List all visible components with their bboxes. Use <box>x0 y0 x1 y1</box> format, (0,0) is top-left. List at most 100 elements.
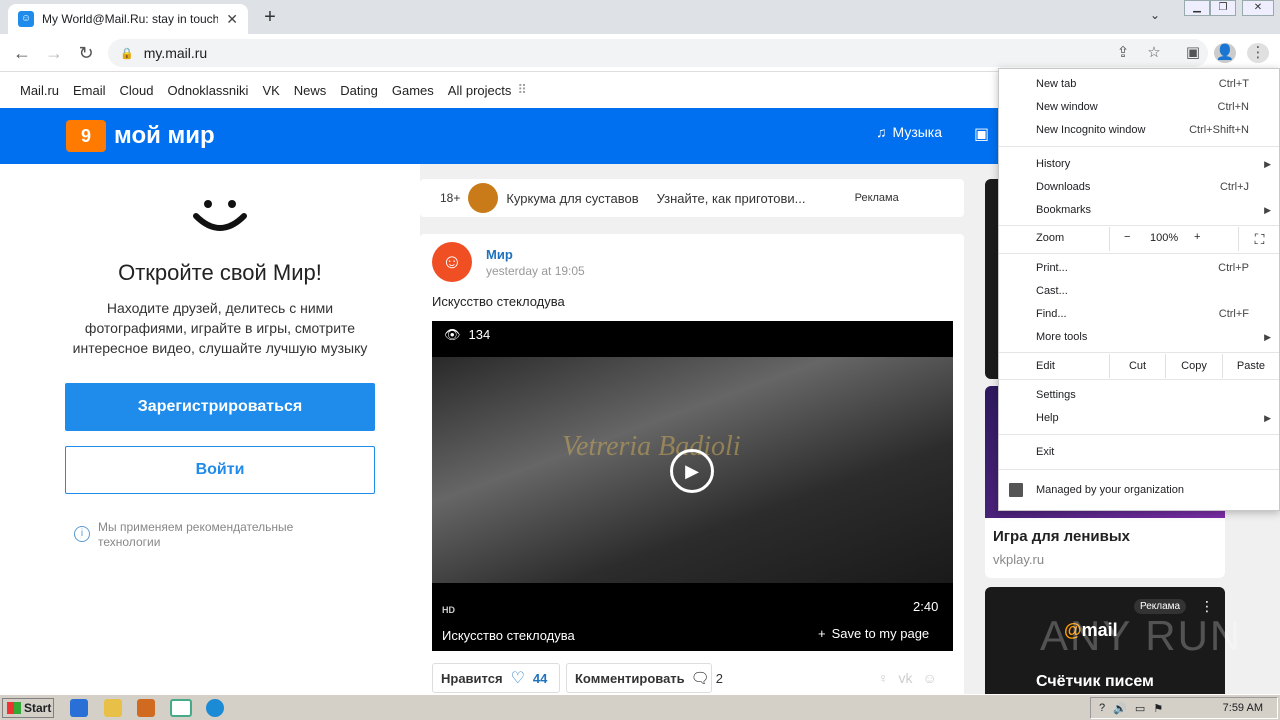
menu-separator <box>999 352 1279 353</box>
windows-taskbar: Start ? 🔊 ▭ ⚑ 7:59 AM <box>0 694 1280 720</box>
nav-music-label: Музыка <box>892 124 943 140</box>
menu-help[interactable]: Help ▶ <box>999 407 1279 429</box>
menu-exit[interactable]: Exit <box>999 441 1279 463</box>
ad-teaser[interactable]: Узнайте, как приготови... <box>657 191 837 206</box>
notice-text[interactable]: Мы применяем рекомендательные технологии <box>98 520 328 550</box>
views-count: 134 <box>468 327 491 342</box>
post-author[interactable]: Мир <box>486 247 513 262</box>
zoom-out-button[interactable]: − <box>1124 231 1130 243</box>
chrome-taskbar-icon[interactable] <box>170 699 192 717</box>
game-site[interactable]: vkplay.ru <box>993 552 1044 567</box>
video-watermark: Vetreria Badioli <box>562 431 741 462</box>
logo-text: мой мир <box>114 122 215 149</box>
reload-icon[interactable]: ↻ <box>74 42 98 64</box>
zoom-in-button[interactable]: + <box>1194 231 1200 243</box>
maximize-button[interactable]: ❐ <box>1210 0 1236 16</box>
menu-new-incognito-window[interactable]: New Incognito window Ctrl+Shift+N <box>999 119 1279 141</box>
site-logo[interactable]: 9 мой мир <box>66 120 215 152</box>
new-tab-button[interactable]: + <box>258 6 282 28</box>
bookmark-email[interactable]: Email <box>73 83 106 98</box>
register-button[interactable]: Зарегистрироваться <box>65 383 375 431</box>
ad-bar[interactable]: 18+ Куркума для суставов Узнайте, как пр… <box>420 179 964 217</box>
flag-tray-icon[interactable]: ⚑ <box>1153 702 1163 715</box>
bookmark-news[interactable]: News <box>294 83 327 98</box>
paste-button[interactable]: Paste <box>1222 354 1279 378</box>
bookmark-mailru[interactable]: Mail.ru <box>20 83 59 98</box>
save-to-page-button[interactable]: + Save to my page <box>818 626 929 641</box>
age-rating: 18+ <box>440 191 461 205</box>
video-nav-icon[interactable]: ▣ <box>974 124 989 144</box>
menu-new-window[interactable]: New window Ctrl+N <box>999 96 1279 118</box>
bookmark-all-projects[interactable]: All projects <box>448 83 512 98</box>
help-tray-icon[interactable]: ? <box>1099 702 1105 714</box>
copy-button[interactable]: Copy <box>1165 354 1222 378</box>
menu-label: Find... <box>1036 308 1067 320</box>
game-title[interactable]: Игра для ленивых <box>993 528 1130 545</box>
menu-more-tools[interactable]: More tools ▶ <box>999 326 1279 348</box>
menu-find[interactable]: Find... Ctrl+F <box>999 303 1279 325</box>
menu-print[interactable]: Print... Ctrl+P <box>999 257 1279 279</box>
menu-settings[interactable]: Settings <box>999 384 1279 406</box>
volume-tray-icon[interactable]: 🔊 <box>1113 702 1127 715</box>
bookmark-odnoklassniki[interactable]: Odnoklassniki <box>168 83 249 98</box>
network-tray-icon[interactable]: ▭ <box>1135 702 1145 715</box>
myworld-share-icon[interactable]: ☺ <box>923 670 937 686</box>
menu-label: History <box>1036 158 1071 170</box>
bookmark-dating[interactable]: Dating <box>340 83 378 98</box>
play-icon[interactable]: ▶ <box>670 449 714 493</box>
managed-by-org[interactable]: Managed by your organization <box>999 477 1279 503</box>
more-menu-icon[interactable]: ⋮ <box>1247 43 1269 63</box>
ad-title[interactable]: Куркума для суставов <box>506 191 638 206</box>
cut-button[interactable]: Cut <box>1109 354 1165 378</box>
author-avatar[interactable]: ☺ <box>432 242 472 282</box>
comment-button[interactable]: Комментировать 🗨 2 <box>566 663 723 693</box>
ie-icon[interactable] <box>70 699 88 717</box>
menu-bookmarks[interactable]: Bookmarks ▶ <box>999 199 1279 221</box>
clock[interactable]: 7:59 AM <box>1223 702 1263 714</box>
tab-strip: ☺ My World@Mail.Ru: stay in touch wi ✕ +… <box>0 0 1280 34</box>
back-arrow-icon[interactable]: ← <box>10 42 34 64</box>
fullscreen-icon[interactable]: ⛶ <box>1238 227 1280 251</box>
menu-cast[interactable]: Cast... <box>999 280 1279 302</box>
login-button[interactable]: Войти <box>65 446 375 494</box>
hd-badge: HD <box>442 605 455 615</box>
bookmark-star-icon[interactable]: ☆ <box>1143 43 1165 63</box>
vk-share-icon[interactable]: vk <box>899 670 913 686</box>
menu-label: Bookmarks <box>1036 204 1092 216</box>
minimize-button[interactable]: ▁ <box>1184 0 1210 16</box>
building-icon <box>1009 483 1023 497</box>
address-bar[interactable]: 🔒 my.mail.ru <box>108 39 1208 67</box>
lock-icon[interactable]: 🔒 <box>120 47 134 60</box>
share-icon[interactable]: ⇪ <box>1112 43 1134 63</box>
start-button[interactable]: Start <box>2 698 54 718</box>
close-window-button[interactable]: ✕ <box>1242 0 1274 16</box>
video-player[interactable]: 👁 134 Vetreria Badioli ▶ HD 2:40 Искусст… <box>432 321 953 651</box>
plus-icon: + <box>818 626 826 641</box>
close-tab-icon[interactable]: ✕ <box>226 11 238 28</box>
ok-share-icon[interactable]: ♀ <box>878 670 889 686</box>
menu-label: More tools <box>1036 331 1088 343</box>
music-note-icon: ♫ <box>876 124 887 140</box>
menu-history[interactable]: History ▶ <box>999 153 1279 175</box>
side-panel-icon[interactable]: ▣ <box>1182 43 1204 63</box>
profile-icon[interactable]: 👤 <box>1214 43 1236 63</box>
bookmark-vk[interactable]: VK <box>262 83 279 98</box>
grid-apps-icon[interactable]: ⠿ <box>517 82 527 98</box>
forward-arrow-icon[interactable]: → <box>42 42 66 64</box>
menu-new-tab[interactable]: New tab Ctrl+T <box>999 73 1279 95</box>
explorer-folder-icon[interactable] <box>104 699 122 717</box>
url-text[interactable]: my.mail.ru <box>144 45 208 61</box>
menu-downloads[interactable]: Downloads Ctrl+J <box>999 176 1279 198</box>
logo-badge-number: 9 <box>80 126 91 146</box>
like-button[interactable]: Нравится ♡ 44 <box>432 663 560 693</box>
share-icons: ♀ vk ☺ <box>878 670 937 686</box>
post-time[interactable]: yesterday at 19:05 <box>486 264 585 278</box>
edge-icon[interactable] <box>206 699 224 717</box>
media-player-icon[interactable] <box>137 699 155 717</box>
browser-tab[interactable]: ☺ My World@Mail.Ru: stay in touch wi ✕ <box>8 4 248 34</box>
bookmark-cloud[interactable]: Cloud <box>120 83 154 98</box>
zoom-controls: − 100% + ⛶ <box>1109 227 1279 251</box>
bookmark-games[interactable]: Games <box>392 83 434 98</box>
tab-search-chevron-icon[interactable]: ⌄ <box>1150 8 1160 22</box>
nav-music[interactable]: ♫ Музыка <box>876 124 942 140</box>
